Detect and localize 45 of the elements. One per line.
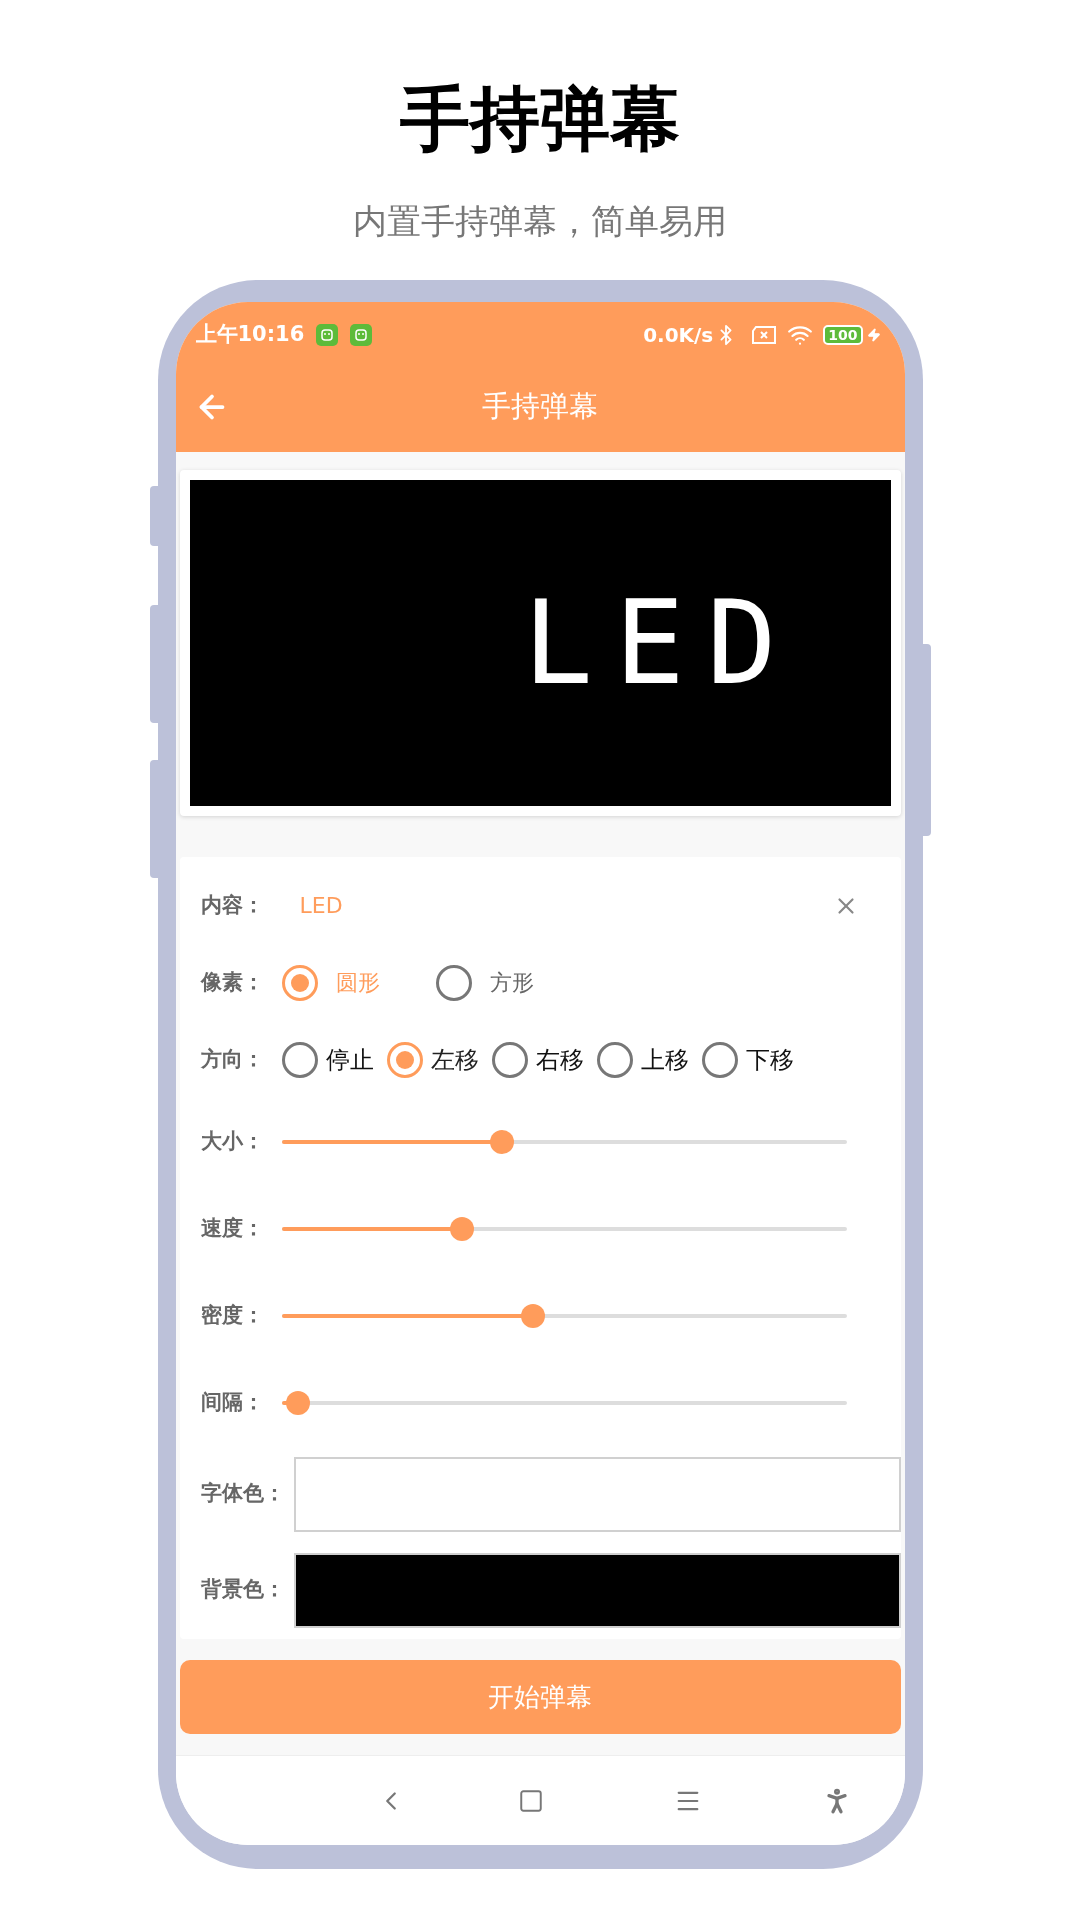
slider-thumb[interactable] (286, 1390, 311, 1415)
led-dot-text: LED (523, 585, 799, 701)
app-notification-icon (350, 323, 373, 346)
sim-card-icon (751, 324, 778, 345)
field-label: 像素： (200, 968, 265, 996)
field-label: 间隔： (200, 1388, 265, 1416)
radio-label[interactable]: 下移 (745, 1041, 794, 1078)
slider-thumb[interactable] (450, 1216, 475, 1241)
field-label: 大小： (200, 1127, 265, 1155)
battery-indicator: 100 (823, 324, 863, 345)
field-label: 背景色： (200, 1576, 286, 1604)
hero-subtitle: 内置手持弹幕，简单易用 (353, 204, 727, 238)
radio-button[interactable] (386, 1041, 423, 1078)
radio-button[interactable] (596, 1041, 633, 1078)
slider[interactable] (281, 1389, 847, 1416)
slider-thumb[interactable] (520, 1303, 545, 1328)
slider[interactable] (281, 1215, 847, 1242)
app-bar-title: 手持弹幕 (482, 387, 598, 425)
network-speed: 0.0K/s (643, 321, 714, 349)
radio-label[interactable]: 右移 (535, 1041, 584, 1078)
color-swatch[interactable] (293, 1552, 901, 1628)
radio-button[interactable] (701, 1041, 738, 1078)
slider-thumb[interactable] (489, 1129, 514, 1154)
slider[interactable] (281, 1302, 847, 1329)
charging-icon (866, 327, 881, 342)
home-nav-icon[interactable] (517, 1787, 544, 1814)
hero-title: 手持弹幕 (400, 84, 680, 154)
radio-button[interactable] (491, 1041, 528, 1078)
field-label: 字体色： (200, 1480, 286, 1508)
field-label: 密度： (200, 1301, 265, 1329)
radio-label[interactable]: 左移 (430, 1041, 479, 1078)
radio-label[interactable]: 方形 (489, 966, 534, 999)
radio-button[interactable] (281, 1041, 318, 1078)
content-value: LED (299, 892, 344, 920)
field-label: 速度： (200, 1214, 265, 1242)
color-swatch[interactable] (293, 1456, 901, 1532)
radio-label[interactable]: 上移 (640, 1041, 689, 1078)
radio-button[interactable] (435, 964, 472, 1001)
radio-button[interactable] (281, 964, 318, 1001)
field-label: 内容： (200, 891, 265, 919)
radio-label[interactable]: 停止 (325, 1041, 374, 1078)
app-notification-icon (316, 323, 339, 346)
status-time: 上午10:16 (195, 320, 305, 348)
field-label: 方向： (200, 1045, 265, 1073)
slider[interactable] (281, 1128, 847, 1155)
